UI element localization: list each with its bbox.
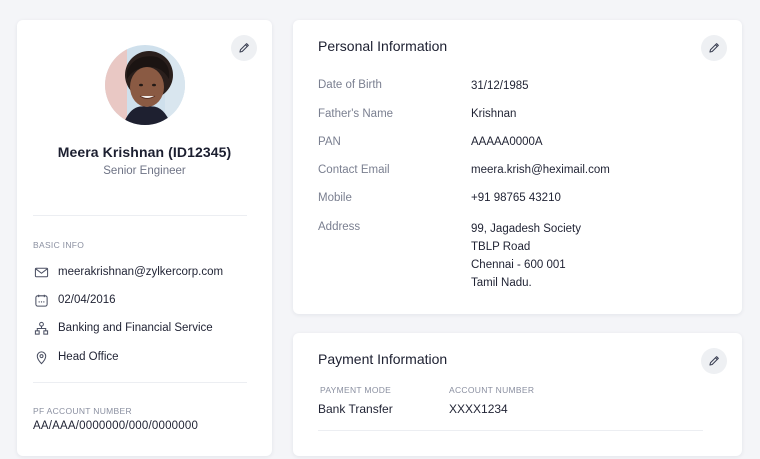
divider — [33, 215, 247, 216]
mail-icon — [33, 264, 49, 280]
date-row: 02/04/2016 — [33, 292, 116, 308]
payment-info-title: Payment Information — [318, 351, 448, 367]
address-line: Tamil Nadu. — [471, 277, 532, 289]
location-text: Head Office — [58, 351, 119, 363]
mobile-label: Mobile — [318, 192, 352, 204]
calendar-icon — [33, 292, 49, 308]
edit-profile-button[interactable] — [231, 35, 257, 61]
dob-value: 31/12/1985 — [471, 80, 529, 92]
mobile-value: +91 98765 43210 — [471, 192, 561, 204]
personal-info-card: Personal Information Date of Birth 31/12… — [293, 20, 742, 314]
fathers-name-label: Father's Name — [318, 108, 394, 120]
address-line: TBLP Road — [471, 241, 531, 253]
edit-personal-info-button[interactable] — [701, 35, 727, 61]
address-label: Address — [318, 221, 361, 233]
dob-label: Date of Birth — [318, 79, 382, 91]
address-line: 99, Jagadesh Society — [471, 223, 581, 235]
location-row: Head Office — [33, 349, 119, 365]
avatar — [105, 45, 185, 125]
payment-mode-label: PAYMENT MODE — [320, 385, 392, 395]
payment-info-card: Payment Information PAYMENT MODE Bank Tr… — [293, 333, 742, 456]
basic-info-label: BASIC INFO — [33, 240, 85, 250]
pencil-icon — [709, 43, 719, 53]
address-value: 99, Jagadesh Society TBLP Road Chennai -… — [471, 220, 581, 292]
map-pin-icon — [33, 349, 49, 365]
divider — [33, 382, 247, 383]
pencil-icon — [709, 356, 719, 366]
fathers-name-value: Krishnan — [471, 108, 517, 120]
pan-value: AAAAA0000A — [471, 136, 543, 148]
contact-email-value[interactable]: meera.krish@heximail.com — [471, 161, 610, 179]
contact-email-label: Contact Email — [318, 164, 390, 176]
pf-account-number: AA/AAA/0000000/000/0000000 — [33, 420, 199, 432]
pencil-icon — [239, 43, 249, 53]
personal-info-title: Personal Information — [318, 38, 448, 54]
address-line: Chennai - 600 001 — [471, 259, 566, 271]
payment-mode-value: Bank Transfer — [318, 402, 393, 416]
email-text[interactable]: meerakrishnan@zylkercorp.com — [58, 266, 223, 278]
pf-account-label: PF ACCOUNT NUMBER — [33, 406, 132, 416]
email-row: meerakrishnan@zylkercorp.com — [33, 264, 223, 280]
profile-card: Meera Krishnan (ID12345) Senior Engineer… — [17, 20, 272, 456]
department-text: Banking and Financial Service — [58, 322, 213, 334]
account-number-value: XXXX1234 — [449, 402, 508, 416]
profile-name: Meera Krishnan (ID12345) — [57, 144, 232, 160]
pan-label: PAN — [318, 136, 341, 148]
date-text: 02/04/2016 — [58, 294, 116, 306]
org-chart-icon — [33, 320, 49, 336]
department-row: Banking and Financial Service — [33, 320, 213, 336]
divider — [318, 430, 703, 431]
edit-payment-info-button[interactable] — [701, 348, 727, 374]
account-number-label: ACCOUNT NUMBER — [449, 385, 535, 395]
profile-role: Senior Engineer — [103, 165, 186, 177]
